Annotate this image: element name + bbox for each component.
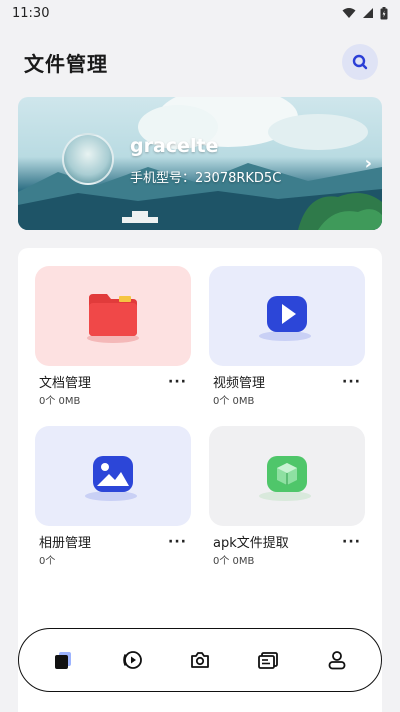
card-tile[interactable] [209, 426, 365, 526]
tab-messages[interactable] [248, 640, 288, 680]
card-tile[interactable] [35, 426, 191, 526]
more-options-button[interactable]: ··· [168, 374, 187, 390]
signal-icon [363, 8, 373, 18]
card-photos[interactable]: 相册管理 ··· 0个 [35, 426, 191, 567]
profile-banner[interactable]: gracelte 手机型号：23078RKD5C › [18, 97, 382, 230]
status-time: 11:30 [12, 5, 50, 21]
card-title: apk文件提取 [213, 536, 289, 551]
more-options-button[interactable]: ··· [342, 534, 361, 550]
bottom-tab-bar [18, 628, 382, 692]
search-button[interactable] [342, 44, 378, 80]
camera-tab-icon [191, 652, 209, 668]
card-apk-extract[interactable]: apk文件提取 ··· 0个 0MB [209, 426, 365, 567]
status-icons [342, 6, 388, 20]
page-title: 文件管理 [24, 51, 108, 76]
document-tab-icon [55, 652, 72, 669]
user-name: gracelte [130, 135, 219, 157]
card-meta: 0个 0MB [213, 556, 255, 567]
card-meta: 0个 [39, 556, 56, 567]
device-model: 手机型号：23078RKD5C [130, 171, 282, 186]
tab-camera[interactable] [180, 640, 220, 680]
message-tab-icon [258, 652, 279, 669]
card-title: 文档管理 [39, 376, 92, 391]
card-videos[interactable]: 视频管理 ··· 0个 0MB [209, 266, 365, 407]
card-meta: 0个 0MB [213, 396, 255, 407]
video-tab-icon [122, 651, 142, 669]
header: 文件管理 [0, 40, 400, 84]
wifi-icon [342, 8, 356, 18]
tab-documents[interactable] [43, 640, 83, 680]
chevron-right-icon[interactable]: › [365, 153, 372, 174]
more-options-button[interactable]: ··· [342, 374, 361, 390]
more-options-button[interactable]: ··· [168, 534, 187, 550]
status-bar: 11:30 [0, 0, 400, 26]
folder-icon [87, 294, 139, 343]
card-title: 相册管理 [39, 536, 92, 551]
card-documents[interactable]: 文档管理 ··· 0个 0MB [35, 266, 191, 407]
play-icon [259, 296, 311, 341]
card-tile[interactable] [35, 266, 191, 366]
tab-videos[interactable] [112, 640, 152, 680]
card-meta: 0个 0MB [39, 396, 81, 407]
image-icon [85, 456, 137, 501]
tab-profile[interactable] [317, 640, 357, 680]
profile-tab-icon [328, 651, 346, 670]
avatar[interactable] [62, 133, 114, 185]
card-tile[interactable] [209, 266, 365, 366]
package-icon [259, 456, 311, 501]
search-icon [352, 54, 368, 70]
card-title: 视频管理 [213, 376, 266, 391]
battery-icon [380, 6, 388, 19]
